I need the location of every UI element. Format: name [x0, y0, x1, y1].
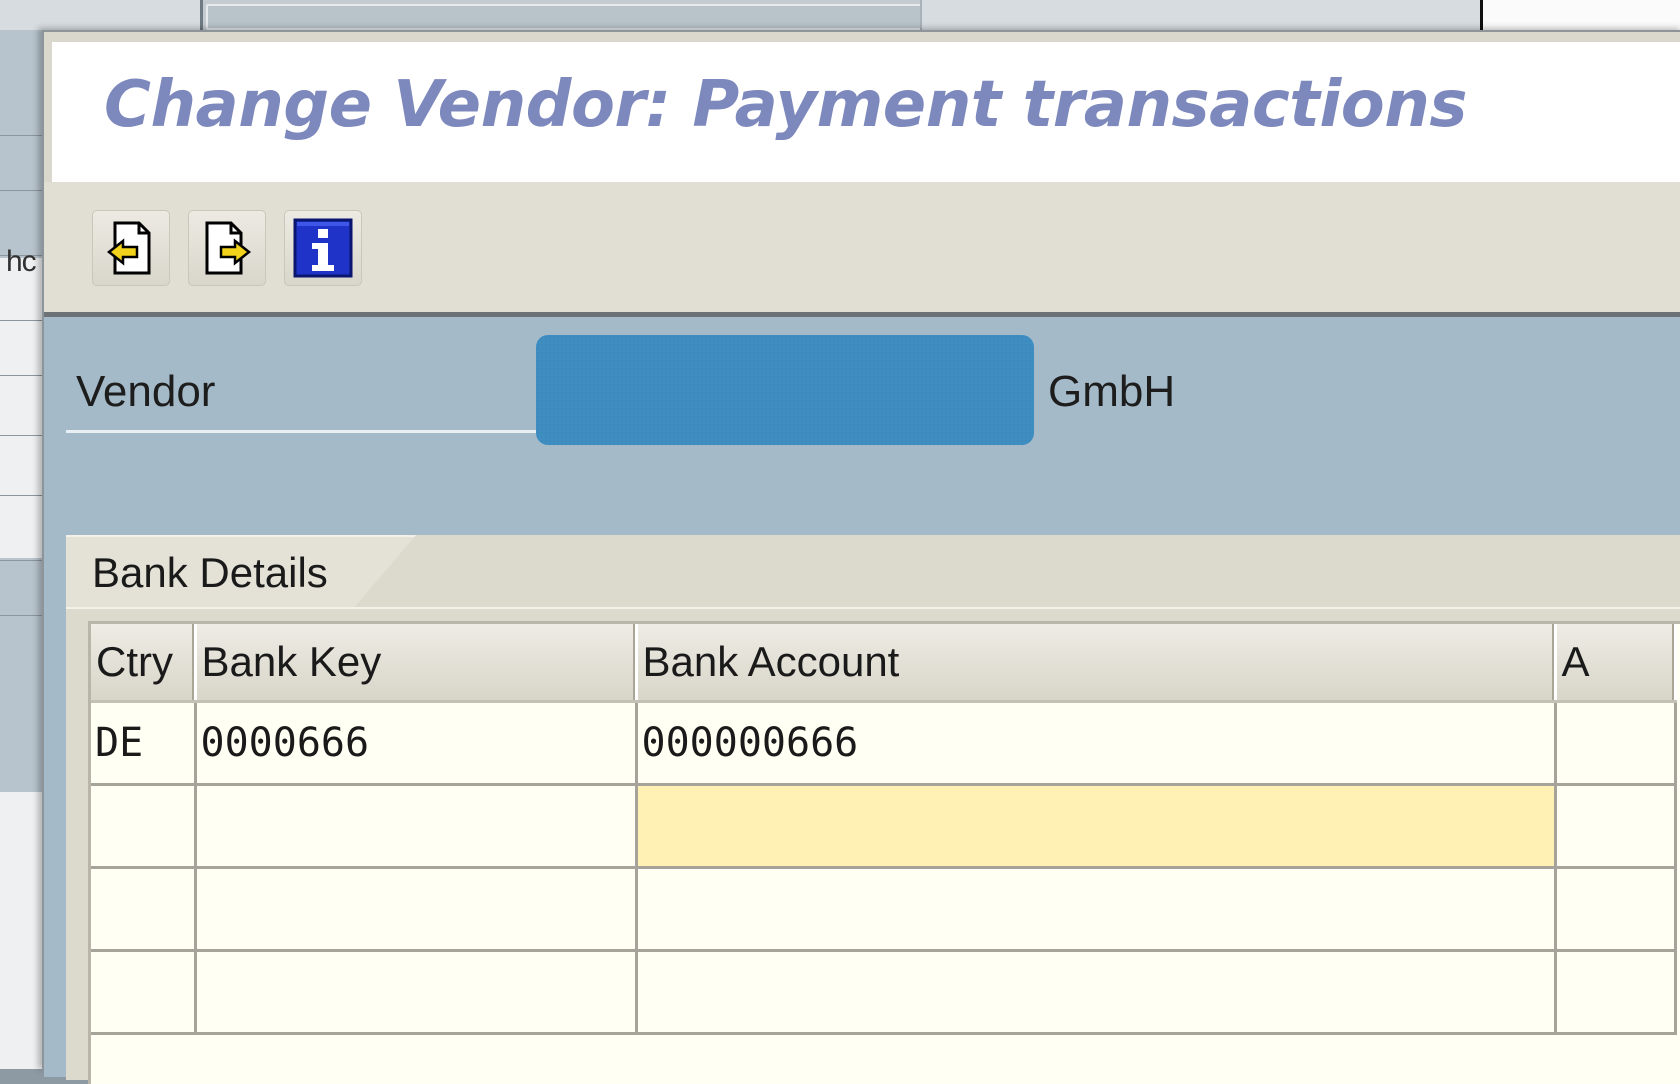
background-toolbar-segment	[0, 0, 203, 30]
background-toolbar	[0, 0, 1680, 31]
dialog-toolbar	[44, 182, 1680, 317]
divider	[0, 435, 45, 436]
cell-country[interactable]	[91, 784, 197, 869]
cell-bank-key[interactable]: 0000666	[195, 701, 638, 786]
divider	[0, 615, 45, 616]
vendor-label: Vendor	[76, 367, 216, 416]
divider	[0, 375, 45, 376]
cell-bank-account[interactable]: 000000666	[636, 701, 1557, 786]
column-header-truncated[interactable]: A	[1555, 624, 1677, 703]
previous-screen-button[interactable]	[92, 210, 170, 286]
cell-country[interactable]	[91, 950, 197, 1035]
vendor-label-underline	[66, 430, 536, 433]
background-toolbar-segment	[920, 0, 1482, 30]
vendor-number-redacted	[536, 335, 1034, 445]
next-page-icon	[205, 221, 252, 275]
cell-bank-account[interactable]	[636, 867, 1557, 952]
change-vendor-dialog: Change Vendor: Payment transactions Vend…	[42, 30, 1680, 1084]
cell-country[interactable]	[91, 867, 197, 952]
background-side-panel: hc	[0, 30, 45, 1069]
cell-bank-account-focused[interactable]	[636, 784, 1557, 869]
divider	[0, 560, 45, 561]
cell-country[interactable]: DE	[91, 701, 197, 786]
tab-bank-details[interactable]: Bank Details	[66, 535, 416, 609]
background-toolbar-segment	[1480, 0, 1680, 30]
dialog-title-bar: Change Vendor: Payment transactions	[52, 42, 1680, 183]
background-toolbar-field	[206, 4, 922, 30]
divider	[0, 320, 45, 321]
background-list	[0, 792, 45, 1069]
table-row	[91, 784, 1677, 869]
table-row: DE 0000666 000000666	[91, 701, 1677, 786]
bank-details-grid: Ctry Bank Key Bank Account A DE 0000666 …	[91, 624, 1677, 1035]
table-header-row: Ctry Bank Key Bank Account A	[91, 624, 1677, 703]
background-partial-label: hc	[6, 245, 37, 278]
bank-details-table: Ctry Bank Key Bank Account A DE 0000666 …	[88, 621, 1680, 1084]
table-row	[91, 867, 1677, 952]
cell-bank-account[interactable]	[636, 950, 1557, 1035]
dialog-content: Vendor GmbH Bank Details Ctry Bank Key B…	[44, 317, 1680, 1084]
cell-extra[interactable]	[1555, 950, 1677, 1035]
cell-extra[interactable]	[1555, 784, 1677, 869]
vendor-name: GmbH	[1048, 367, 1176, 416]
column-header-bank-account[interactable]: Bank Account	[636, 624, 1557, 703]
background-list	[0, 258, 45, 558]
divider	[0, 190, 45, 191]
table-row	[91, 950, 1677, 1035]
cell-extra[interactable]	[1555, 867, 1677, 952]
tab-bank-details-label: Bank Details	[92, 549, 328, 596]
divider	[0, 495, 45, 496]
dialog-title: Change Vendor: Payment transactions	[104, 68, 1467, 142]
information-button[interactable]	[284, 210, 362, 286]
cell-bank-key[interactable]	[195, 867, 638, 952]
cell-bank-key[interactable]	[195, 950, 638, 1035]
previous-page-icon	[106, 221, 151, 275]
cell-bank-key[interactable]	[195, 784, 638, 869]
column-header-bank-key[interactable]: Bank Key	[195, 624, 638, 703]
column-header-country[interactable]: Ctry	[91, 624, 197, 703]
tab-strip: Bank Details Ctry Bank Key Bank Account …	[66, 535, 1680, 1084]
cell-extra[interactable]	[1555, 701, 1677, 786]
divider	[66, 607, 1680, 609]
info-icon	[293, 218, 353, 278]
divider	[0, 135, 45, 136]
next-screen-button[interactable]	[188, 210, 266, 286]
